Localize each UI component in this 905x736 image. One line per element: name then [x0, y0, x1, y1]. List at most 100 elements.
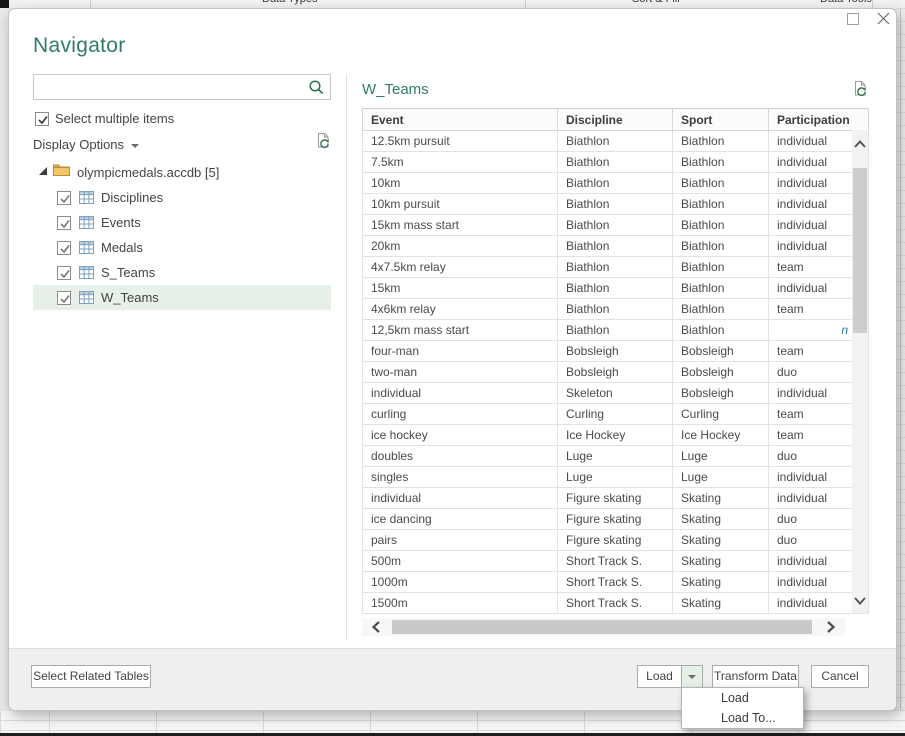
table-row: individualFigure skatingSkatingindividua…	[363, 488, 869, 509]
select-multiple-checkbox[interactable]: Select multiple items	[35, 111, 174, 126]
item-checkbox[interactable]	[57, 291, 71, 305]
tree-item-s_teams[interactable]: S_Teams	[33, 260, 331, 285]
table-cell: ice hockey	[363, 425, 558, 446]
table-cell: Short Track S.	[558, 572, 673, 593]
table-row: 15km mass startBiathlonBiathlonindividua…	[363, 215, 869, 236]
tree-item-events[interactable]: Events	[33, 210, 331, 235]
vertical-scrollbar[interactable]	[852, 130, 868, 613]
table-cell: Biathlon	[673, 131, 769, 152]
load-button[interactable]: Load	[637, 665, 682, 688]
table-cell: 4x6km relay	[363, 299, 558, 320]
close-icon[interactable]	[875, 10, 892, 27]
ribbon-divider	[872, 0, 873, 8]
table-cell: doubles	[363, 446, 558, 467]
table-cell: Biathlon	[558, 215, 673, 236]
restore-window-icon[interactable]	[847, 13, 859, 25]
table-cell: 500m	[363, 551, 558, 572]
tree-item-medals[interactable]: Medals	[33, 235, 331, 260]
table-cell: Biathlon	[673, 194, 769, 215]
scroll-up-icon[interactable]	[854, 136, 866, 152]
transform-data-button[interactable]: Transform Data	[712, 665, 799, 688]
table-cell: Skating	[673, 509, 769, 530]
table-cell: Short Track S.	[558, 551, 673, 572]
tree-root-database[interactable]: olympicmedals.accdb [5]	[33, 160, 219, 184]
table-cell: Bobsleigh	[558, 341, 673, 362]
table-icon	[79, 241, 94, 254]
tree-item-label: W_Teams	[101, 290, 159, 305]
display-options-dropdown[interactable]: Display Options	[33, 137, 139, 152]
item-checkbox[interactable]	[57, 266, 71, 280]
table-cell: Biathlon	[558, 320, 673, 341]
table-cell: Bobsleigh	[673, 362, 769, 383]
ribbon-group-label: Data Tools	[820, 0, 872, 5]
table-cell: Curling	[558, 404, 673, 425]
table-row: singlesLugeLugeindividual	[363, 467, 869, 488]
column-header-event: Event	[363, 109, 558, 131]
folder-icon	[53, 163, 70, 181]
tree-expanded-icon[interactable]	[39, 167, 47, 175]
table-row: 20kmBiathlonBiathlonindividual	[363, 236, 869, 257]
table-cell: Skating	[673, 593, 769, 614]
item-checkbox[interactable]	[57, 216, 71, 230]
table-cell: Skating	[673, 530, 769, 551]
table-cell: pairs	[363, 530, 558, 551]
table-cell: Biathlon	[673, 278, 769, 299]
select-related-tables-button[interactable]: Select Related Tables	[31, 665, 151, 688]
table-cell: Luge	[558, 467, 673, 488]
table-icon	[79, 216, 94, 229]
refresh-preview-icon[interactable]	[315, 133, 332, 155]
table-icon	[79, 291, 94, 304]
scroll-right-icon[interactable]	[823, 621, 839, 633]
load-menu-item-load[interactable]: Load	[682, 688, 803, 708]
search-box	[33, 74, 331, 100]
table-cell: individual	[363, 488, 558, 509]
excel-corner-fragment	[0, 0, 9, 8]
table-cell: individual	[363, 383, 558, 404]
table-icon	[79, 266, 94, 279]
table-header-row: EventDisciplineSportParticipation	[363, 109, 869, 131]
table-cell: 12,5km mass start	[363, 320, 558, 341]
checkbox-checked-icon[interactable]	[35, 112, 49, 126]
search-icon	[308, 79, 325, 101]
table-cell: 1000m	[363, 572, 558, 593]
table-cell: Short Track S.	[558, 593, 673, 614]
vertical-scroll-thumb[interactable]	[853, 168, 867, 333]
table-row: 4x6km relayBiathlonBiathlonteam	[363, 299, 869, 320]
column-header-participation: Participation	[769, 109, 869, 131]
table-cell: curling	[363, 404, 558, 425]
scroll-down-icon[interactable]	[854, 593, 866, 609]
scroll-left-icon[interactable]	[368, 621, 384, 633]
table-cell: Biathlon	[673, 236, 769, 257]
table-cell: Biathlon	[558, 299, 673, 320]
item-checkbox[interactable]	[57, 241, 71, 255]
table-cell: Figure skating	[558, 488, 673, 509]
search-input[interactable]	[34, 75, 306, 99]
cancel-button[interactable]: Cancel	[811, 665, 869, 688]
chevron-down-icon	[131, 144, 139, 148]
table-cell: Luge	[673, 467, 769, 488]
table-cell: Biathlon	[558, 152, 673, 173]
table-cell: Biathlon	[673, 173, 769, 194]
column-header-sport: Sport	[673, 109, 769, 131]
table-cell: Figure skating	[558, 509, 673, 530]
page-title: Navigator	[33, 34, 126, 58]
load-split-arrow-button[interactable]	[681, 665, 703, 688]
table-row: 12,5km mass startBiathlonBiathlonn	[363, 320, 869, 341]
tree-item-disciplines[interactable]: Disciplines	[33, 185, 331, 210]
tree-item-w_teams[interactable]: W_Teams	[33, 285, 331, 310]
tree-table-list: Disciplines EventsMedalsS_Teams W_Teams	[33, 185, 331, 310]
pane-divider	[346, 74, 347, 640]
table-row: ice hockeyIce HockeyIce Hockeyteam	[363, 425, 869, 446]
table-cell: 7.5km	[363, 152, 558, 173]
table-row: curlingCurlingCurlingteam	[363, 404, 869, 425]
table-cell: Skating	[673, 551, 769, 572]
load-menu-item-load-to[interactable]: Load To...	[682, 708, 803, 728]
table-cell: Biathlon	[558, 173, 673, 194]
table-cell: singles	[363, 467, 558, 488]
horizontal-scrollbar[interactable]	[362, 618, 845, 636]
horizontal-scroll-thumb[interactable]	[392, 620, 812, 634]
table-cell: two-man	[363, 362, 558, 383]
tree-item-label: Disciplines	[101, 190, 163, 205]
item-checkbox[interactable]	[57, 191, 71, 205]
refresh-preview-icon[interactable]	[852, 81, 869, 103]
